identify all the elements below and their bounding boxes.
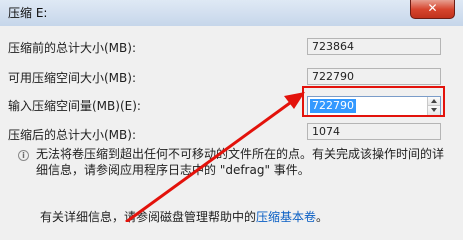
annotation-arrow <box>125 92 305 222</box>
arrow-shaft <box>125 98 295 222</box>
